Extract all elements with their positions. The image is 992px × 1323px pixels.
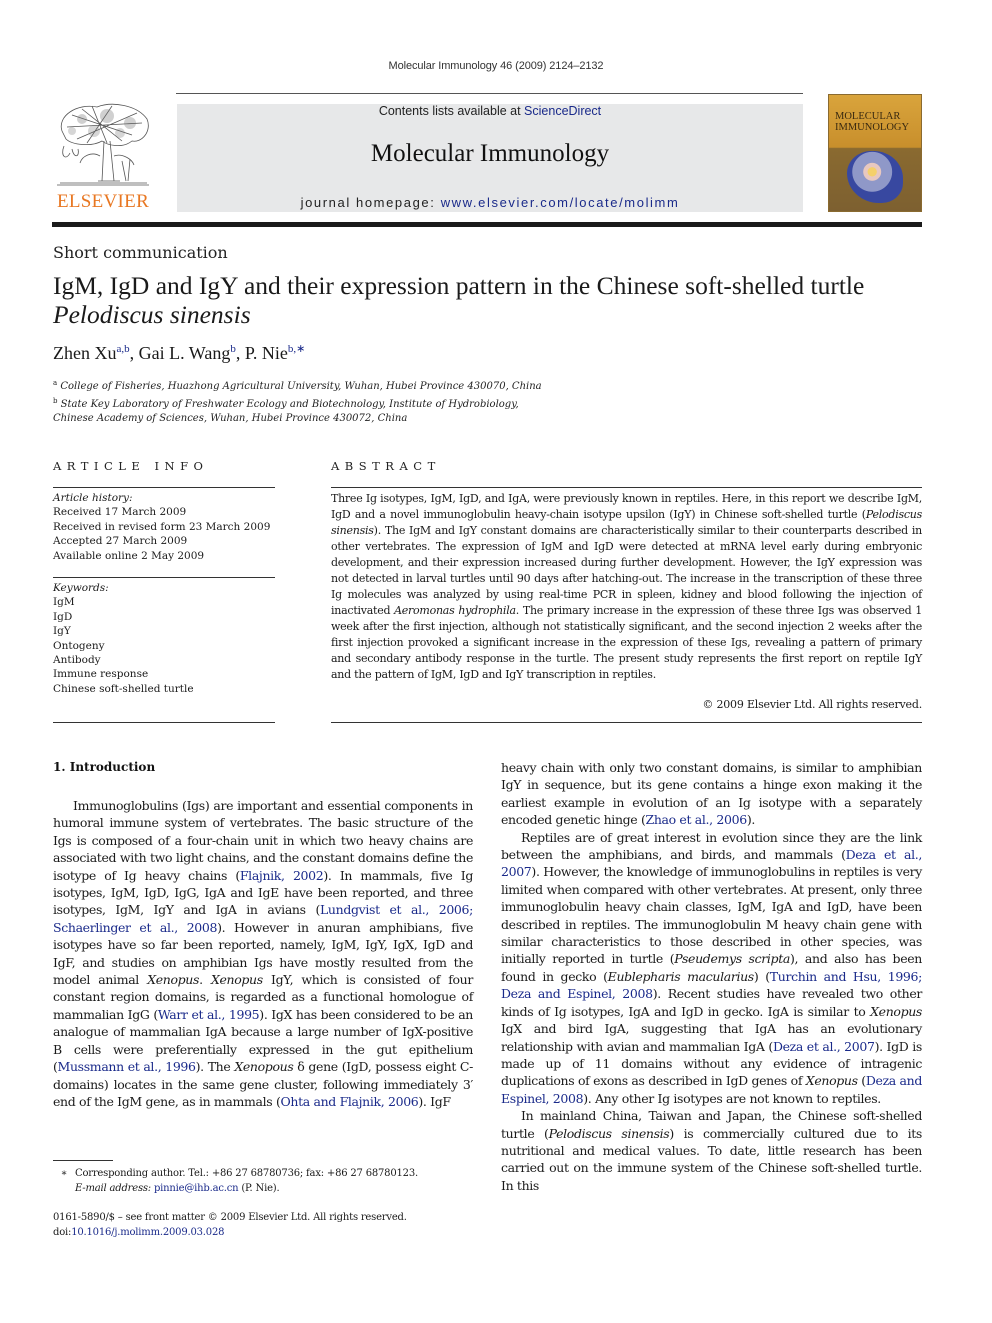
paragraph: heavy chain with only two constant domai… [501, 760, 922, 828]
section-heading-introduction: 1. Introduction [53, 760, 156, 774]
citation-link[interactable]: Zhao et al., 2006 [646, 812, 748, 827]
affiliation-b-continued: Chinese Academy of Sciences, Wuhan, Hube… [53, 413, 408, 424]
citation-link[interactable]: Flajnik, 2002 [240, 868, 324, 883]
species-name: Xenopous [234, 1059, 294, 1075]
species-name: Xenopus [870, 1003, 922, 1019]
article-title: IgM, IgD and IgY and their expression pa… [53, 271, 933, 329]
species-name: Xenopus [805, 1073, 858, 1089]
author-separator: , [129, 343, 139, 363]
abstract-text: Three Ig isotypes, IgM, IgD, and IgA, we… [331, 491, 922, 683]
divider [53, 487, 275, 488]
front-matter: 0161-5890/$ – see front matter © 2009 El… [53, 1211, 473, 1240]
article-title-main: IgM, IgD and IgY and their expression pa… [53, 271, 865, 300]
email-suffix: (P. Nie). [238, 1182, 280, 1194]
tree-icon [57, 103, 149, 186]
homepage-prefix: journal homepage: [300, 195, 441, 210]
species-name: Pelodiscus sinensis [548, 1125, 670, 1141]
citation-link[interactable]: Warr et al., 1995 [158, 1007, 260, 1022]
abstract-segment: Three Ig isotypes, IgM, IgD, and IgA, we… [331, 492, 922, 521]
article-info-heading: ARTICLE INFO [53, 459, 209, 473]
keyword-item: IgY [53, 625, 71, 638]
paragraph: Immunoglobulins (Igs) are important and … [53, 798, 474, 1109]
keyword-item: Ontogeny [53, 639, 105, 652]
keyword-item: Antibody [53, 654, 101, 667]
body-column-right: heavy chain with only two constant domai… [501, 759, 922, 1194]
email-label: E-mail address: [75, 1182, 151, 1194]
abstract-heading: ABSTRACT [331, 459, 441, 473]
body-column-left: Immunoglobulins (Igs) are important and … [53, 797, 473, 1110]
homepage-line: journal homepage: www.elsevier.com/locat… [177, 195, 803, 210]
history-item: Received 17 March 2009 [53, 506, 187, 519]
species-name: Pseudemys scripta [674, 951, 790, 967]
doi-prefix: doi: [53, 1226, 72, 1238]
running-head: Molecular Immunology 46 (2009) 2124–2132 [388, 60, 604, 72]
footnote-rule [53, 1160, 113, 1161]
species-name: Aeromonas hydrophila [394, 604, 516, 617]
cover-title: MOLECULAR IMMUNOLOGY [835, 111, 919, 133]
affiliation-mark: a [53, 379, 58, 387]
citation-link[interactable]: Ohta and Flajnik, 2006 [281, 1094, 419, 1109]
journal-homepage-link[interactable]: www.elsevier.com/locate/molimm [441, 195, 680, 210]
divider [331, 722, 922, 723]
cover-title-line1: MOLECULAR [835, 111, 901, 122]
article-title-species: Pelodiscus sinensis [53, 300, 251, 329]
article-history: Article history: Received 17 March 2009 … [53, 491, 275, 563]
doi-link[interactable]: 10.1016/j.molimm.2009.03.028 [71, 1227, 224, 1238]
copyright-notice: © 2009 Elsevier Ltd. All rights reserved… [702, 698, 922, 711]
issn-line: 0161-5890/$ – see front matter © 2009 El… [53, 1212, 407, 1223]
species-name: Eublepharis macularius [607, 968, 755, 984]
masthead-thick-rule [52, 222, 922, 227]
journal-cover-image[interactable]: MOLECULAR IMMUNOLOGY [828, 94, 922, 212]
history-item: Accepted 27 March 2009 [53, 535, 188, 548]
affiliation-mark: b [53, 397, 58, 405]
keyword-item: Chinese soft-shelled turtle [53, 682, 194, 695]
email-link[interactable]: pinnie@ihb.ac.cn [154, 1183, 239, 1194]
contents-line: Contents lists available at ScienceDirec… [177, 104, 803, 118]
author-affiliation-marker[interactable]: a,b [116, 343, 129, 355]
journal-masthead: Contents lists available at ScienceDirec… [177, 104, 803, 212]
protein-structure-icon [847, 151, 903, 203]
sciencedirect-link[interactable]: ScienceDirect [524, 104, 601, 118]
elsevier-logo[interactable]: ELSEVIER [52, 101, 154, 213]
article-type: Short communication [53, 243, 228, 262]
cover-title-line2: IMMUNOLOGY [835, 122, 910, 133]
author-name[interactable]: Gai L. Wang [139, 343, 231, 363]
corresponding-author-footnote: ∗ Corresponding author. Tel.: +86 27 6878… [53, 1167, 473, 1196]
keywords: Keywords: IgM IgD IgY Ontogeny Antibody … [53, 581, 275, 696]
author-separator: , [235, 343, 245, 363]
affiliation-b: b State Key Laboratory of Freshwater Eco… [53, 394, 542, 412]
author-name[interactable]: P. Nie [245, 343, 288, 363]
history-item: Received in revised form 23 March 2009 [53, 520, 271, 533]
species-name: Xenopus [210, 972, 263, 988]
header-rule [176, 93, 803, 94]
keyword-item: IgD [53, 610, 73, 623]
keywords-label: Keywords: [53, 582, 109, 594]
elsevier-wordmark: ELSEVIER [56, 191, 150, 212]
contents-prefix: Contents lists available at [378, 104, 525, 118]
keyword-item: Immune response [53, 668, 149, 681]
species-name: Xenopus [147, 972, 200, 988]
paragraph: In mainland China, Taiwan and Japan, the… [501, 1108, 922, 1193]
author-list: Zhen Xua,b, Gai L. Wangb, P. Nieb,∗ [53, 342, 305, 364]
keyword-item: IgM [53, 596, 75, 609]
footnote-text: Corresponding author. Tel.: +86 27 68780… [75, 1168, 418, 1179]
citation-link[interactable]: Deza et al., 2007 [773, 1039, 875, 1054]
paragraph: Reptiles are of great interest in evolut… [501, 829, 923, 1106]
article-history-label: Article history: [53, 492, 133, 504]
citation-link[interactable]: Mussmann et al., 1996 [58, 1059, 196, 1074]
affiliations: a College of Fisheries, Huazhong Agricul… [53, 376, 542, 426]
journal-name: Molecular Immunology [370, 140, 610, 167]
divider [331, 487, 922, 488]
history-item: Available online 2 May 2009 [53, 549, 205, 562]
author-name[interactable]: Zhen Xu [53, 343, 116, 363]
affiliation-text: State Key Laboratory of Freshwater Ecolo… [60, 399, 519, 410]
affiliation-text: College of Fisheries, Huazhong Agricultu… [60, 381, 542, 392]
affiliation-a: a College of Fisheries, Huazhong Agricul… [53, 376, 542, 394]
divider [53, 577, 275, 578]
divider [53, 722, 275, 723]
author-affiliation-marker[interactable]: b,∗ [288, 343, 305, 355]
footnote-marker: ∗ [60, 1168, 68, 1179]
